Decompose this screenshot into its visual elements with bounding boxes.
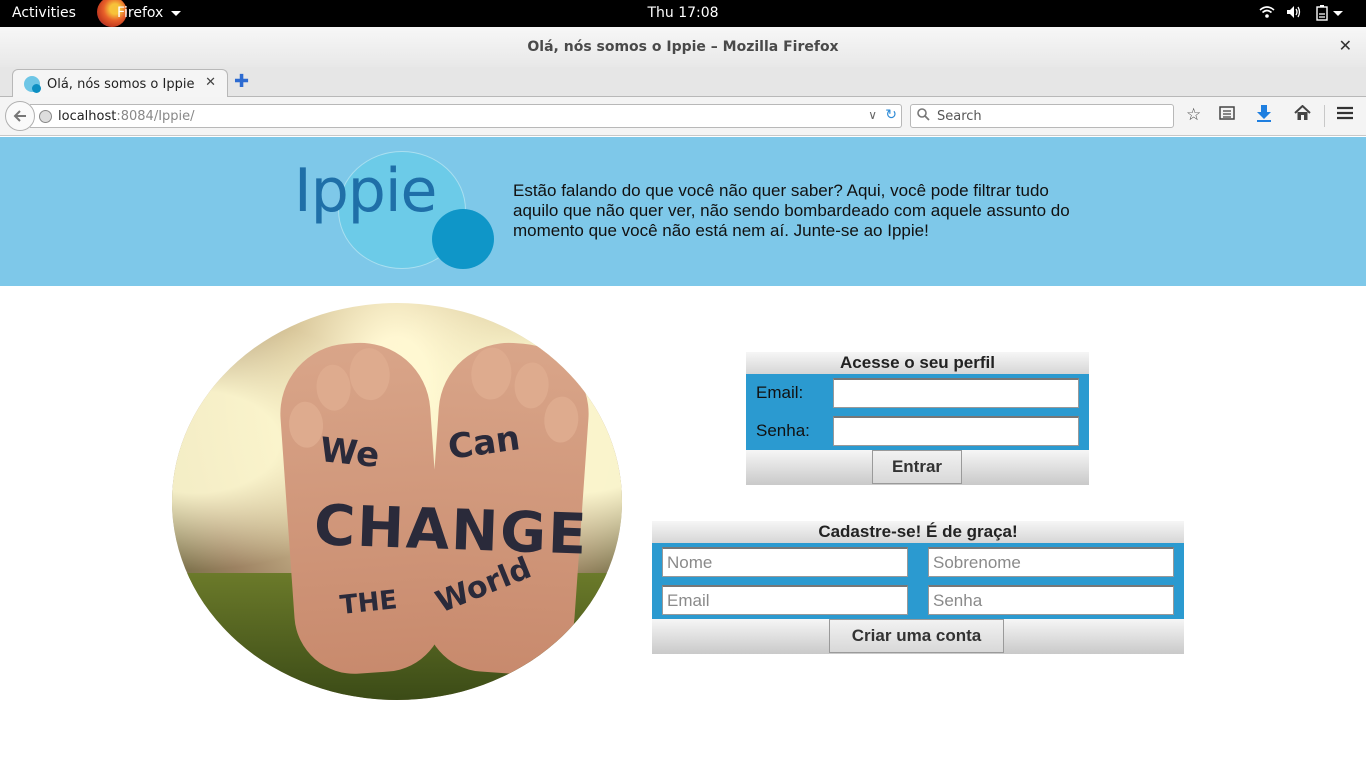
signup-form-body: [652, 543, 1184, 619]
menu-hamburger-icon[interactable]: [1336, 105, 1354, 126]
login-password-label: Senha:: [756, 421, 810, 440]
bookmark-star-icon[interactable]: ☆: [1186, 105, 1201, 125]
site-identity-icon[interactable]: [39, 110, 52, 123]
url-history-dropdown-icon[interactable]: ∨: [868, 108, 877, 122]
wifi-icon[interactable]: [1259, 5, 1275, 23]
close-tab-icon[interactable]: ✕: [205, 75, 216, 90]
signup-email-field[interactable]: [662, 585, 908, 615]
login-title: Acesse o seu perfil: [746, 352, 1089, 374]
window-titlebar: Olá, nós somos o Ippie – Mozilla Firefox…: [0, 27, 1366, 67]
tab-label: Olá, nós somos o Ippie: [47, 77, 195, 92]
battery-icon[interactable]: [1316, 5, 1328, 25]
logo-wordmark: Ippie: [294, 156, 437, 226]
feet-we-can-change-the-world-photo: We Can CHANGE THE World: [172, 303, 622, 700]
system-menu-caret-icon[interactable]: [1333, 11, 1343, 16]
search-icon: [917, 108, 930, 125]
login-email-label: Email:: [756, 383, 804, 402]
tagline-text: Estão falando do que você não quer saber…: [513, 181, 1070, 240]
login-password-field[interactable]: [833, 416, 1079, 446]
signup-password-field[interactable]: [928, 585, 1174, 615]
reading-list-icon[interactable]: [1219, 105, 1235, 126]
tab-ippie[interactable]: Olá, nós somos o Ippie ✕: [12, 69, 228, 98]
back-button[interactable]: [5, 101, 35, 131]
toolbar-divider: [1324, 105, 1325, 127]
url-bar[interactable]: localhost:8084/Ippie/ ∨ ↻: [30, 104, 902, 128]
signup-form-footer: Criar uma conta: [652, 619, 1184, 654]
system-top-bar: Activities Firefox Thu 17:08: [0, 0, 1366, 27]
app-menu-label[interactable]: Firefox: [117, 5, 163, 21]
create-account-button[interactable]: Criar uma conta: [829, 619, 1004, 653]
activities-button[interactable]: Activities: [12, 5, 76, 21]
signup-first-name-field[interactable]: [662, 547, 908, 577]
ippie-favicon-icon: [24, 76, 41, 93]
signup-last-name-field[interactable]: [928, 547, 1174, 577]
volume-icon[interactable]: [1286, 5, 1302, 23]
app-menu-caret-icon[interactable]: [171, 11, 181, 16]
login-panel: Acesse o seu perfil Email: Senha: Entrar: [746, 352, 1089, 485]
downloads-icon[interactable]: [1256, 105, 1272, 127]
home-icon[interactable]: [1294, 104, 1311, 126]
search-bar[interactable]: [910, 104, 1174, 128]
navigation-toolbar: localhost:8084/Ippie/ ∨ ↻ ☆: [0, 97, 1366, 136]
url-text[interactable]: localhost:8084/Ippie/: [58, 109, 195, 124]
login-form-footer: Entrar: [746, 450, 1089, 485]
signup-title: Cadastre-se! É de graça!: [652, 521, 1184, 543]
close-window-icon[interactable]: ✕: [1339, 36, 1352, 55]
search-input[interactable]: [935, 107, 1165, 125]
photo-text-the: THE: [338, 585, 399, 621]
window-title: Olá, nós somos o Ippie – Mozilla Firefox: [527, 39, 839, 55]
new-tab-icon[interactable]: ✚: [234, 71, 249, 92]
logo-small-circle: [432, 209, 494, 269]
photo-text-change: CHANGE: [312, 493, 590, 568]
login-submit-button[interactable]: Entrar: [872, 450, 962, 484]
clock[interactable]: Thu 17:08: [647, 5, 718, 21]
photo-text-we: We: [318, 430, 382, 476]
reload-icon[interactable]: ↻: [885, 107, 897, 123]
signup-panel: Cadastre-se! É de graça! Criar uma conta: [652, 521, 1184, 654]
login-form-body: Email: Senha:: [746, 374, 1089, 450]
login-email-field[interactable]: [833, 378, 1079, 408]
ippie-logo: Ippie: [292, 150, 498, 272]
tab-strip: Olá, nós somos o Ippie ✕ ✚: [0, 67, 1366, 98]
